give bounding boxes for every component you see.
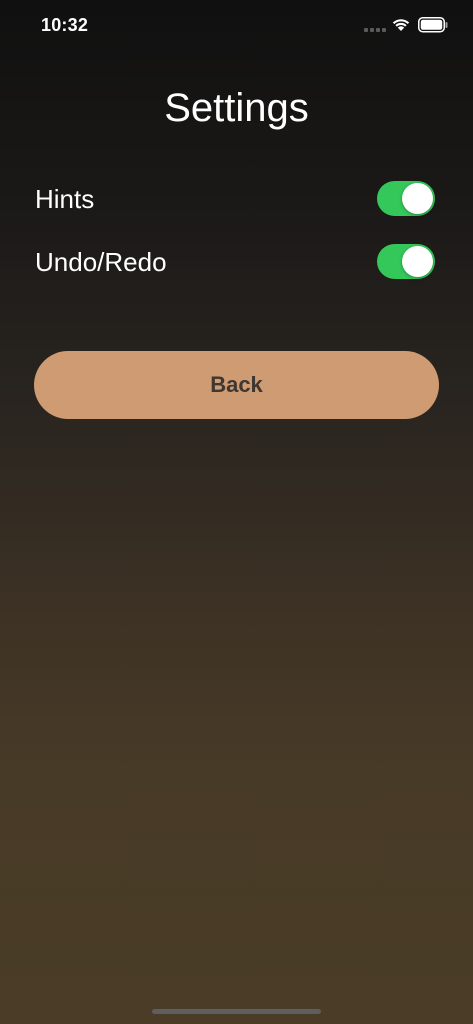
setting-row-undo-redo: Undo/Redo <box>35 243 435 283</box>
wifi-icon <box>391 16 411 37</box>
setting-label-undo-redo: Undo/Redo <box>35 247 167 277</box>
status-bar: 10:32 <box>0 0 473 52</box>
undo-redo-toggle[interactable] <box>377 244 435 279</box>
toggle-knob <box>402 183 433 214</box>
signal-icon <box>364 28 386 32</box>
home-indicator <box>152 1009 321 1014</box>
back-button[interactable]: Back <box>34 351 439 419</box>
toggle-knob <box>402 246 433 277</box>
battery-icon <box>418 17 448 38</box>
page-title: Settings <box>164 86 309 130</box>
hints-toggle[interactable] <box>377 181 435 216</box>
status-time: 10:32 <box>41 15 89 35</box>
setting-row-hints: Hints <box>35 180 435 220</box>
setting-label-hints: Hints <box>35 184 95 214</box>
